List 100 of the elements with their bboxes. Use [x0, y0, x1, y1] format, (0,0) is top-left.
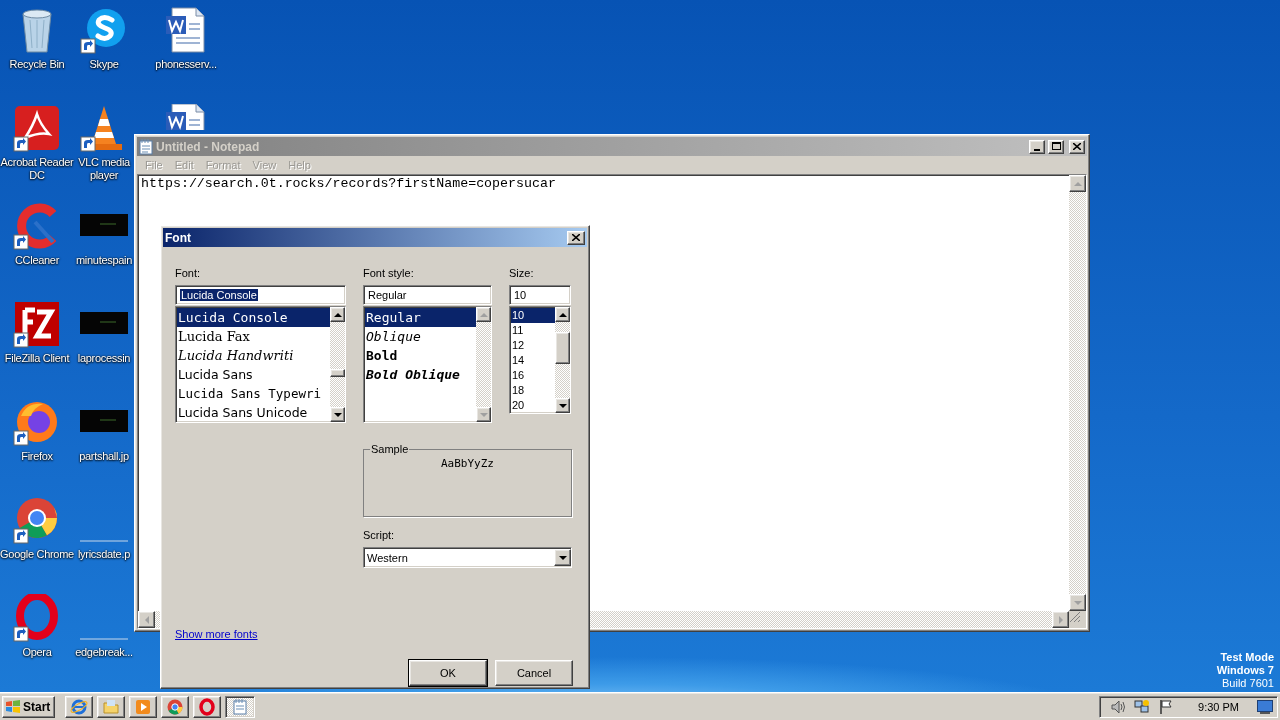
list-item[interactable]: Lucida Console: [177, 308, 330, 327]
desktop-icon-label[interactable]: partshall.jp: [74, 450, 134, 463]
list-item[interactable]: Bold Oblique: [365, 365, 476, 384]
maximize-icon: [1051, 142, 1061, 151]
font-field[interactable]: Lucida Console: [175, 285, 346, 305]
scroll-down-button[interactable]: [330, 407, 345, 422]
list-item[interactable]: Lucida Handwriti: [177, 346, 330, 365]
list-item[interactable]: 18: [511, 383, 555, 398]
list-item[interactable]: 14: [511, 353, 555, 368]
close-icon: [1073, 143, 1081, 150]
clock[interactable]: 9:30 PM: [1198, 700, 1239, 713]
close-button[interactable]: [1069, 139, 1085, 154]
size-field[interactable]: 10: [509, 285, 571, 305]
dialog-title: Font: [165, 230, 192, 245]
field-label: Font style:: [363, 267, 415, 280]
font-style-field[interactable]: Regular: [363, 285, 492, 305]
vertical-scrollbar[interactable]: [476, 307, 491, 422]
list-item[interactable]: 10: [511, 308, 555, 323]
scrollbar-thumb[interactable]: [555, 332, 570, 364]
list-item[interactable]: Oblique: [365, 327, 476, 346]
show-more-fonts-link[interactable]: Show more fonts: [175, 628, 258, 640]
desktop-icon-label[interactable]: edgebreak...: [74, 646, 134, 659]
up-arrow-icon: [558, 311, 567, 318]
list-item[interactable]: Lucida Fax: [177, 327, 330, 346]
group-label: Sample: [370, 443, 410, 455]
list-item[interactable]: Regular: [365, 308, 476, 327]
scroll-up-button[interactable]: [1069, 175, 1086, 192]
right-arrow-icon: [1057, 615, 1064, 624]
scroll-left-button[interactable]: [138, 611, 155, 628]
vertical-scrollbar[interactable]: [555, 307, 570, 413]
list-item[interactable]: 20: [511, 398, 555, 413]
desktop-icon-label[interactable]: laprocessin: [74, 352, 134, 365]
dialog-button[interactable]: Cancel: [495, 660, 573, 686]
close-button[interactable]: [567, 230, 585, 245]
os-notice-text: Windows 7: [1216, 664, 1274, 677]
font-list[interactable]: Lucida Console Lucida Fax Lucida Handwriti Lucida Sans Lucida Sans Typewri Lucida Sans Unicode: [175, 306, 346, 423]
scrollbar-thumb[interactable]: [330, 369, 345, 377]
vertical-scrollbar[interactable]: [1069, 175, 1086, 611]
desktop-icon-label[interactable]: Firefox: [0, 450, 74, 463]
minimize-button[interactable]: [1029, 139, 1045, 154]
notepad-icon: [231, 697, 250, 716]
down-arrow-icon: [558, 402, 567, 409]
scroll-up-button[interactable]: [476, 307, 491, 322]
up-arrow-icon: [1073, 180, 1082, 187]
desktop-icon-label[interactable]: VLC media player: [74, 156, 134, 182]
font-list[interactable]: Regular Oblique Bold Bold Oblique: [363, 306, 492, 423]
flag-icon[interactable]: [1158, 698, 1175, 715]
font-list[interactable]: 10 11 12 14 16 18 20: [509, 306, 571, 414]
script-dropdown[interactable]: Western: [363, 547, 572, 568]
desktop-icon-label[interactable]: FileZilla Client: [0, 352, 74, 365]
windows-flag-icon: [5, 699, 21, 714]
scroll-down-button[interactable]: [1069, 594, 1086, 611]
notepad-icon: [139, 138, 153, 155]
list-item[interactable]: 11: [511, 323, 555, 338]
desktop-icon-label[interactable]: lyricsdate.p: [74, 548, 134, 561]
desktop-icon-label[interactable]: Opera: [0, 646, 74, 659]
desktop-icon-label[interactable]: CCleaner: [0, 254, 74, 267]
media-player-icon: [134, 697, 153, 716]
opera-icon: [198, 697, 217, 716]
desktop-icon-label[interactable]: Acrobat Reader DC: [0, 156, 74, 182]
acrobat-icon: [13, 104, 61, 152]
start-button[interactable]: Start: [2, 695, 56, 718]
scroll-down-button[interactable]: [476, 407, 491, 422]
desktop-icon-label[interactable]: Recycle Bin: [0, 58, 74, 71]
list-item[interactable]: Bold: [365, 346, 476, 365]
list-item[interactable]: Lucida Sans Unicode: [177, 403, 330, 422]
network-icon[interactable]: [1134, 698, 1151, 715]
speaker-icon[interactable]: [1110, 698, 1127, 715]
os-notice-text: Build 7601: [1222, 677, 1274, 690]
sample-text: AaBbYyZz: [441, 457, 494, 470]
list-item[interactable]: 12: [511, 338, 555, 353]
list-item[interactable]: Lucida Sans Typewri: [177, 384, 330, 403]
down-arrow-icon: [479, 411, 488, 418]
scroll-down-button[interactable]: [555, 398, 570, 413]
chrome-icon: [166, 697, 185, 716]
desktop-icon-label[interactable]: Skype: [74, 58, 134, 71]
desktop-icon-label[interactable]: phonesserv...: [134, 58, 238, 71]
list-item[interactable]: Lucida Sans: [177, 365, 330, 384]
down-arrow-icon: [1073, 599, 1082, 606]
minimize-icon: [1034, 148, 1040, 151]
show-desktop-icon[interactable]: [1257, 699, 1273, 714]
dialog-button[interactable]: OK: [409, 660, 487, 686]
field-label: Size:: [509, 267, 535, 280]
desktop-icon-label[interactable]: Google Chrome: [0, 548, 74, 561]
folder-icon: [102, 697, 121, 716]
desktop-icon-label[interactable]: minutespain: [74, 254, 134, 267]
scroll-right-button[interactable]: [1052, 611, 1069, 628]
maximize-button[interactable]: [1048, 139, 1064, 154]
opera-icon: [13, 594, 61, 642]
filezilla-icon: [13, 300, 61, 348]
vertical-scrollbar[interactable]: [330, 307, 345, 422]
scroll-down-button[interactable]: [554, 549, 571, 566]
field-label: Script:: [363, 529, 396, 542]
list-item[interactable]: 16: [511, 368, 555, 383]
up-arrow-icon: [479, 311, 488, 318]
scroll-up-button[interactable]: [330, 307, 345, 322]
taskbar-button[interactable]: [225, 695, 256, 718]
scroll-up-button[interactable]: [555, 307, 570, 322]
resize-grip-icon[interactable]: [1069, 611, 1081, 623]
close-icon: [572, 234, 580, 241]
